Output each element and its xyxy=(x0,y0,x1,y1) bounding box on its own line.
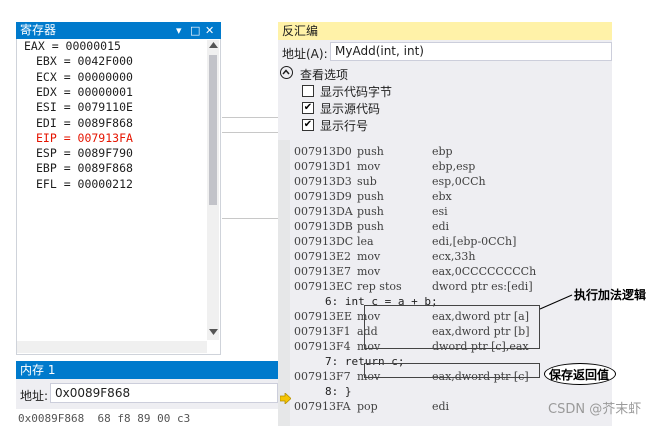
disassembly-address-input[interactable]: MyAdd(int, int) xyxy=(330,42,612,61)
annotation-box-return xyxy=(364,363,540,378)
asm-address[interactable]: 007913EE xyxy=(294,310,352,323)
watermark: CSDN @芥末虾 xyxy=(548,402,642,417)
register-value[interactable]: ESP = 0089F790 xyxy=(36,147,133,160)
register-value[interactable]: EIP = 007913FA xyxy=(36,131,133,145)
asm-address[interactable]: 007913D0 xyxy=(294,145,352,158)
asm-operands[interactable]: dword ptr es:[edi] xyxy=(432,280,533,293)
registers-title-text: 寄存器 xyxy=(20,23,57,37)
asm-operands[interactable]: ebp,esp xyxy=(432,160,475,173)
asm-operands[interactable]: eax,0CCCCCCCCh xyxy=(432,265,536,278)
annotation-save-return: 保存返回值 xyxy=(549,368,610,382)
registers-panel-title: 寄存器 ▾ □ ✕ xyxy=(16,22,221,39)
view-option-label: 显示代码字节 xyxy=(320,85,393,99)
registers-scroll-thumb[interactable] xyxy=(209,55,217,205)
asm-address[interactable]: 007913DA xyxy=(294,205,353,218)
asm-address[interactable]: 007913F4 xyxy=(294,340,351,353)
register-value[interactable]: EFL = 00000212 xyxy=(36,177,133,191)
asm-mnemonic[interactable]: mov xyxy=(357,265,380,278)
asm-address[interactable]: 007913F7 xyxy=(294,370,351,383)
asm-mnemonic[interactable]: push xyxy=(357,145,384,158)
asm-mnemonic[interactable]: push xyxy=(357,220,384,233)
asm-mnemonic[interactable]: push xyxy=(357,190,384,203)
asm-mnemonic[interactable]: rep stos xyxy=(357,280,402,293)
register-value[interactable]: EBX = 0042F000 xyxy=(36,55,133,68)
divider xyxy=(222,218,278,219)
register-value[interactable]: ECX = 00000000 xyxy=(36,70,133,84)
asm-operands[interactable]: edi,[ebp-0CCh] xyxy=(432,235,516,248)
maximize-icon[interactable]: □ xyxy=(190,22,200,39)
annotation-add-logic: 执行加法逻辑 xyxy=(574,288,647,302)
asm-mnemonic[interactable]: push xyxy=(357,205,384,218)
divider xyxy=(222,117,278,118)
checkbox-checked[interactable]: ✔ xyxy=(302,102,314,114)
disassembly-address-label: 地址(A): xyxy=(282,47,328,61)
register-value[interactable]: EAX = 00000015 xyxy=(24,40,121,53)
register-value[interactable]: EBP = 0089F868 xyxy=(36,162,133,175)
chevron-up-circle-icon[interactable] xyxy=(280,66,293,79)
scroll-down-icon[interactable] xyxy=(209,329,218,335)
memory-address-input[interactable]: 0x0089F868 xyxy=(50,383,278,403)
asm-operands[interactable]: ebx xyxy=(432,190,452,203)
asm-mnemonic[interactable]: mov xyxy=(357,160,380,173)
asm-address[interactable]: 007913D3 xyxy=(294,175,352,188)
register-value[interactable]: EDI = 0089F868 xyxy=(36,116,133,130)
asm-operands[interactable]: ecx,33h xyxy=(432,250,475,263)
asm-address[interactable]: 007913DC xyxy=(294,235,353,248)
view-option-label: 显示源代码 xyxy=(320,102,381,116)
register-value[interactable]: ESI = 0079110E xyxy=(36,101,133,114)
asm-address[interactable]: 007913FA xyxy=(294,400,351,413)
asm-address[interactable]: 007913EC xyxy=(294,280,352,293)
asm-operands[interactable]: esp,0CCh xyxy=(432,175,486,188)
memory-row: 0x0089F868 68 f8 89 00 c3 xyxy=(18,412,191,425)
asm-address[interactable]: 007913E7 xyxy=(294,265,351,278)
asm-address[interactable]: 007913DB xyxy=(294,220,353,233)
divider xyxy=(222,132,278,133)
registers-horizontal-scrollbar[interactable] xyxy=(17,341,207,353)
arrow-right-icon xyxy=(280,393,291,404)
scroll-up-icon[interactable] xyxy=(209,42,218,48)
asm-operands[interactable]: esi xyxy=(432,205,448,218)
view-options-title[interactable]: 查看选项 xyxy=(300,66,348,83)
memory-address-label: 地址: xyxy=(20,389,49,403)
asm-address[interactable]: 007913F1 xyxy=(294,325,351,338)
disassembly-panel-title: 反汇编 xyxy=(278,22,612,40)
asm-mnemonic[interactable]: sub xyxy=(357,175,377,188)
asm-operands[interactable]: edi xyxy=(432,220,449,233)
disassembly-gutter xyxy=(278,140,290,426)
asm-address[interactable]: 007913D1 xyxy=(294,160,352,173)
memory-panel-title: 内存 1 xyxy=(16,361,278,379)
asm-operands[interactable]: edi xyxy=(432,400,449,413)
annotation-connector xyxy=(539,294,573,310)
register-value[interactable]: EDX = 00000001 xyxy=(36,85,133,99)
asm-address[interactable]: 007913D9 xyxy=(294,190,352,203)
annotation-box-add xyxy=(364,305,540,349)
source-line[interactable]: 8: } xyxy=(325,385,352,398)
asm-operands[interactable]: ebp xyxy=(432,145,453,158)
checkbox-checked[interactable]: ✔ xyxy=(302,119,314,131)
asm-mnemonic[interactable]: lea xyxy=(357,235,374,248)
view-option-label: 显示行号 xyxy=(320,119,369,133)
asm-address[interactable]: 007913E2 xyxy=(294,250,351,263)
asm-mnemonic[interactable]: mov xyxy=(357,250,380,263)
chevron-down-icon[interactable]: ▾ xyxy=(176,22,182,39)
close-icon[interactable]: ✕ xyxy=(205,22,214,39)
checkbox-unchecked[interactable] xyxy=(302,85,314,97)
asm-mnemonic[interactable]: pop xyxy=(357,400,378,413)
